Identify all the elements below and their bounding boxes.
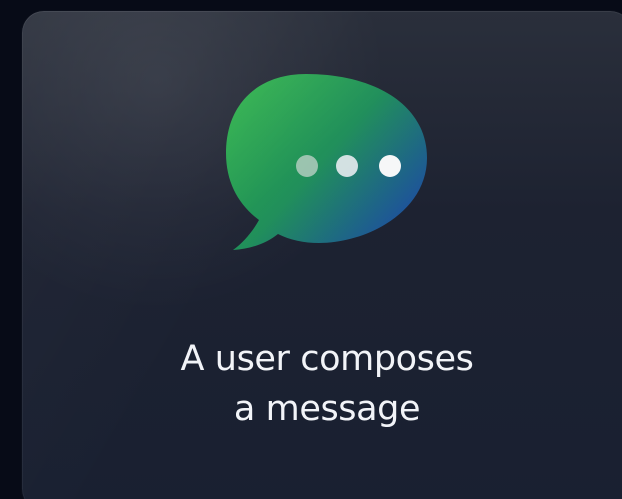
typing-dot-2 (336, 155, 358, 177)
typing-dot-1 (296, 155, 318, 177)
typing-dot-3 (379, 155, 401, 177)
caption-line-1: A user composes (180, 339, 474, 379)
caption-line-2: a message (233, 389, 421, 429)
chat-bubble-icon (218, 63, 436, 256)
page-background: A user composes a message (0, 0, 622, 499)
message-step-card: A user composes a message (22, 11, 622, 499)
